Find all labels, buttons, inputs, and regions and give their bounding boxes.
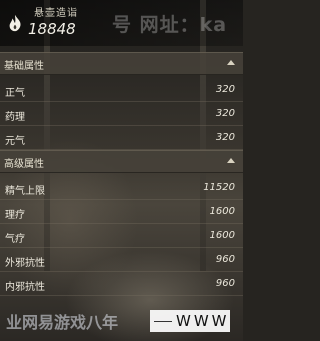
skill-title: 悬壶造诣 [34,8,78,19]
watermark-text: 号 网址：ka [112,14,228,36]
stat-row: 药理 320 [0,103,243,126]
stat-name: 药理 [5,112,25,123]
stat-value: 960 [215,278,235,289]
stat-row: 内邪抗性 960 [0,273,243,296]
section-label: 基础属性 [4,61,44,72]
skill-score: 18848 [28,20,76,38]
stat-value: 320 [215,132,235,143]
section-header-advanced[interactable]: 高级属性 [0,150,243,173]
stat-value: 320 [215,84,235,95]
stat-row: 正气 320 [0,79,243,102]
stat-row: 外邪抗性 960 [0,249,243,272]
watermark-url: WWW [150,310,230,332]
stat-row: 精气上限 11520 [0,177,243,200]
stat-name: 外邪抗性 [5,258,45,269]
watermark-text: 业网易游戏八年 [6,313,119,332]
stat-value: 320 [215,108,235,119]
caret-up-icon[interactable] [227,158,235,163]
stat-name: 理疗 [5,210,25,221]
stat-name: 精气上限 [5,186,45,197]
stat-name: 气疗 [5,234,25,245]
profile-header: 悬壶造诣 18848 号 网址：ka [0,0,243,46]
stat-name: 内邪抗性 [5,282,45,293]
stat-name: 元气 [5,136,25,147]
caret-up-icon[interactable] [227,60,235,65]
stat-row: 气疗 1600 [0,225,243,248]
section-label: 高级属性 [4,159,44,170]
section-header-basic[interactable]: 基础属性 [0,52,243,75]
stat-row: 理疗 1600 [0,201,243,224]
stat-value: 11520 [203,182,235,193]
stat-row: 元气 320 [0,127,243,150]
footer-watermark: 业网易游戏八年 WWW [0,303,243,341]
stat-value: 1600 [209,230,235,241]
stat-name: 正气 [5,88,25,99]
stat-value: 960 [215,254,235,265]
stat-value: 1600 [209,206,235,217]
flame-emblem-icon [9,14,21,32]
